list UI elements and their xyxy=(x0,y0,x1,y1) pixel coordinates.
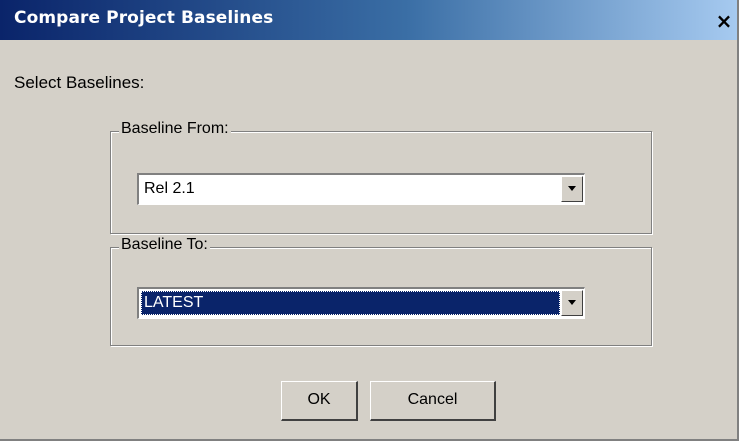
close-button[interactable]: × xyxy=(713,10,735,32)
select-baselines-label: Select Baselines: xyxy=(14,73,145,92)
baseline-to-group: Baseline To: LATEST xyxy=(110,236,652,346)
chevron-down-icon xyxy=(568,300,576,305)
baseline-to-value: LATEST xyxy=(141,291,560,315)
window-title: Compare Project Baselines xyxy=(14,8,274,28)
baseline-from-value: Rel 2.1 xyxy=(144,180,195,197)
baseline-from-legend: Baseline From: xyxy=(119,120,231,138)
chevron-down-icon xyxy=(568,186,576,191)
cancel-button[interactable]: Cancel xyxy=(370,381,496,421)
baseline-from-group: Baseline From: Rel 2.1 xyxy=(110,120,652,234)
baseline-to-dropdown-button[interactable] xyxy=(561,290,583,316)
baseline-to-legend: Baseline To: xyxy=(119,236,210,254)
baseline-to-combobox[interactable]: LATEST xyxy=(137,287,585,319)
baseline-from-dropdown-button[interactable] xyxy=(561,176,583,202)
ok-button[interactable]: OK xyxy=(281,381,358,421)
compare-baselines-dialog: Compare Project Baselines × Select Basel… xyxy=(0,0,739,441)
title-bar[interactable]: Compare Project Baselines × xyxy=(0,0,737,40)
baseline-from-combobox[interactable]: Rel 2.1 xyxy=(137,173,585,205)
